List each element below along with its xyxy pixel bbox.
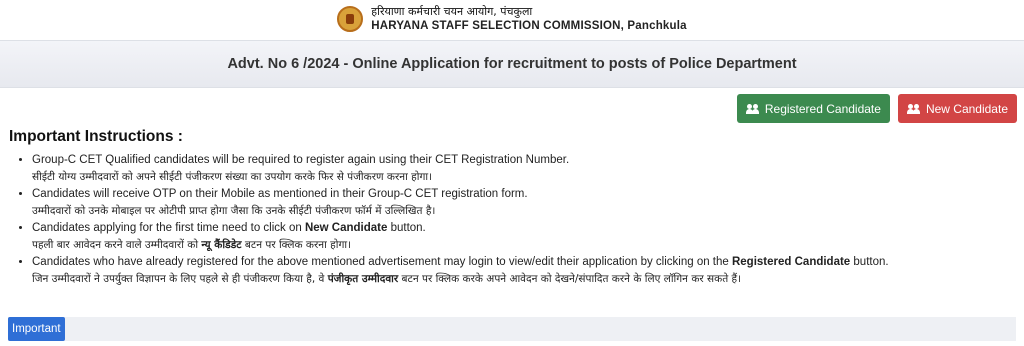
advt-title-bar: Advt. No 6 /2024 - Online Application fo… — [0, 40, 1024, 88]
instruction-en-post: button. — [387, 222, 426, 234]
instruction-en-bold: Registered Candidate — [731, 256, 851, 268]
instruction-hi-pre: जिन उम्मीदवारों ने उपर्युक्त विज्ञापन के… — [32, 272, 328, 285]
instruction-en-post: button. — [850, 256, 889, 268]
instruction-en: Group-C CET Qualified candidates will be… — [32, 154, 570, 166]
instruction-hi-bold: न्यू कैंडिडेट — [201, 238, 242, 251]
instruction-en-pre: Candidates who have already registered f… — [32, 256, 732, 268]
instruction-hi: उम्मीदवारों को उनके मोबाइल पर ओटीपी प्रा… — [32, 204, 436, 217]
new-candidate-button[interactable]: New Candidate — [897, 94, 1017, 123]
instruction-hi-pre: पहली बार आवेदन करने वाले उम्मीदवारों को — [32, 238, 202, 251]
hindi-title: हरियाणा कर्मचारी चयन आयोग, पंचकुला — [371, 5, 533, 18]
instruction-en-bold: New Candidate — [304, 222, 388, 234]
instruction-en: Candidates who have already registered f… — [32, 256, 889, 268]
instruction-hi-post: बटन पर क्लिक करना होगा। — [241, 238, 352, 251]
instructions-list: Group-C CET Qualified candidates will be… — [9, 152, 1015, 287]
instruction-hi-post: बटन पर क्लिक करके अपने आवेदन को देखने/सं… — [398, 272, 742, 285]
instruction-hi-bold: पंजीकृत उम्मीदवार — [327, 272, 399, 285]
instructions-heading: Important Instructions : — [9, 128, 183, 145]
list-item: Candidates applying for the first time n… — [32, 220, 1015, 253]
registered-candidate-button[interactable]: Registered Candidate — [736, 94, 890, 123]
action-buttons: Registered Candidate New Candidate — [0, 88, 1024, 126]
instruction-hi: पहली बार आवेदन करने वाले उम्मीदवारों को … — [32, 237, 1015, 254]
instruction-en: Candidates applying for the first time n… — [32, 222, 426, 234]
instruction-hi: जिन उम्मीदवारों ने उपर्युक्त विज्ञापन के… — [32, 271, 1015, 288]
registered-candidate-label: Registered Candidate — [764, 101, 881, 116]
advt-title: Advt. No 6 /2024 - Online Application fo… — [227, 56, 797, 72]
list-item: Group-C CET Qualified candidates will be… — [32, 152, 1015, 185]
instruction-en: Candidates will receive OTP on their Mob… — [32, 188, 528, 200]
english-title: HARYANA STAFF SELECTION COMMISSION, Panc… — [371, 20, 687, 32]
list-item: Candidates will receive OTP on their Mob… — [32, 186, 1015, 219]
users-icon — [906, 103, 921, 114]
site-header: हरियाणा कर्मचारी चयन आयोग, पंचकुला HARYA… — [0, 0, 1024, 38]
important-ticker: Important — [8, 317, 1016, 341]
instructions-section: Important Instructions : Group-C CET Qua… — [0, 126, 1024, 287]
instruction-hi: सीईटी योग्य उम्मीदवारों को अपने सीईटी पं… — [32, 170, 433, 183]
list-item: Candidates who have already registered f… — [32, 254, 1015, 287]
users-icon — [745, 103, 760, 114]
haryana-emblem-icon — [337, 6, 364, 32]
header-titles: हरियाणा कर्मचारी चयन आयोग, पंचकुला HARYA… — [371, 5, 687, 33]
important-badge[interactable]: Important — [8, 317, 65, 341]
instruction-en-pre: Candidates applying for the first time n… — [32, 222, 305, 234]
new-candidate-label: New Candidate — [925, 101, 1008, 116]
